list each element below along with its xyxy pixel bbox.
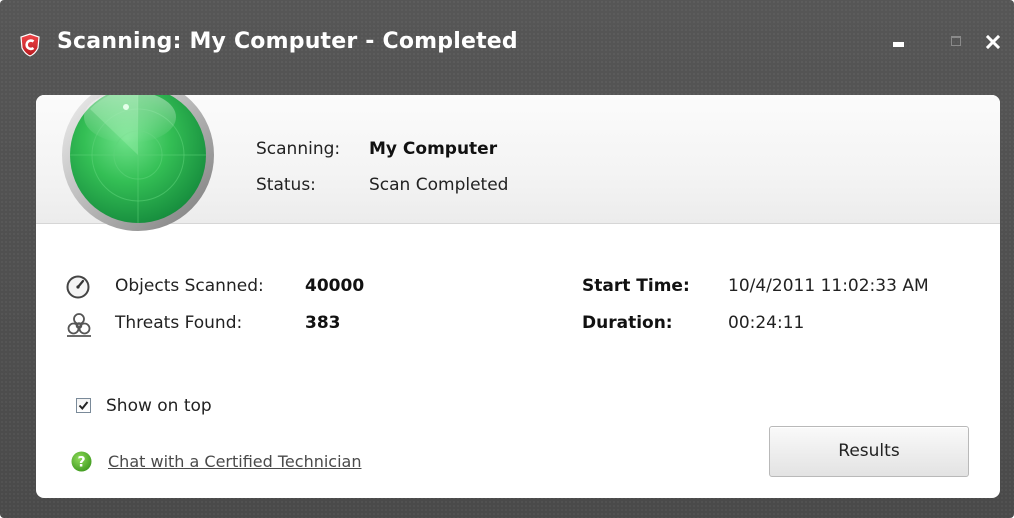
checkmark-icon (78, 401, 89, 411)
clock-icon (66, 275, 90, 299)
maximize-button[interactable] (943, 30, 969, 56)
start-time-label: Start Time: (582, 276, 690, 296)
biohazard-icon (67, 313, 91, 337)
results-button[interactable]: Results (769, 426, 969, 477)
scanning-target: My Computer (369, 139, 498, 159)
minimize-button[interactable] (886, 30, 912, 56)
scanning-label: Scanning: (256, 139, 341, 159)
start-time-value: 10/4/2011 11:02:33 AM (728, 276, 929, 296)
threats-found-label: Threats Found: (115, 313, 243, 333)
objects-scanned-value: 40000 (305, 276, 365, 296)
scan-panel: Scanning: My Computer Status: Scan Compl… (36, 95, 1000, 498)
maximize-icon (951, 36, 961, 46)
show-on-top-label[interactable]: Show on top (106, 396, 212, 416)
svg-text:?: ? (77, 455, 85, 471)
close-button[interactable] (980, 30, 1006, 56)
close-icon (986, 35, 1000, 49)
duration-value: 00:24:11 (728, 313, 805, 333)
minimize-icon (893, 42, 904, 47)
radar-icon (62, 95, 214, 231)
threats-found-value: 383 (305, 313, 341, 333)
duration-label: Duration: (582, 313, 673, 333)
scan-header: Scanning: My Computer Status: Scan Compl… (36, 95, 1000, 231)
status-value: Scan Completed (369, 175, 509, 195)
status-label: Status: (256, 175, 316, 195)
scan-window: Scanning: My Computer - Completed Scanni… (0, 0, 1014, 518)
comodo-shield-icon (20, 33, 40, 57)
window-title: Scanning: My Computer - Completed (57, 29, 518, 54)
show-on-top-checkbox[interactable] (76, 398, 91, 413)
chat-technician-link[interactable]: Chat with a Certified Technician (108, 452, 361, 471)
help-icon: ? (71, 451, 92, 472)
objects-scanned-label: Objects Scanned: (115, 276, 264, 296)
title-bar[interactable]: Scanning: My Computer - Completed (0, 0, 1014, 90)
